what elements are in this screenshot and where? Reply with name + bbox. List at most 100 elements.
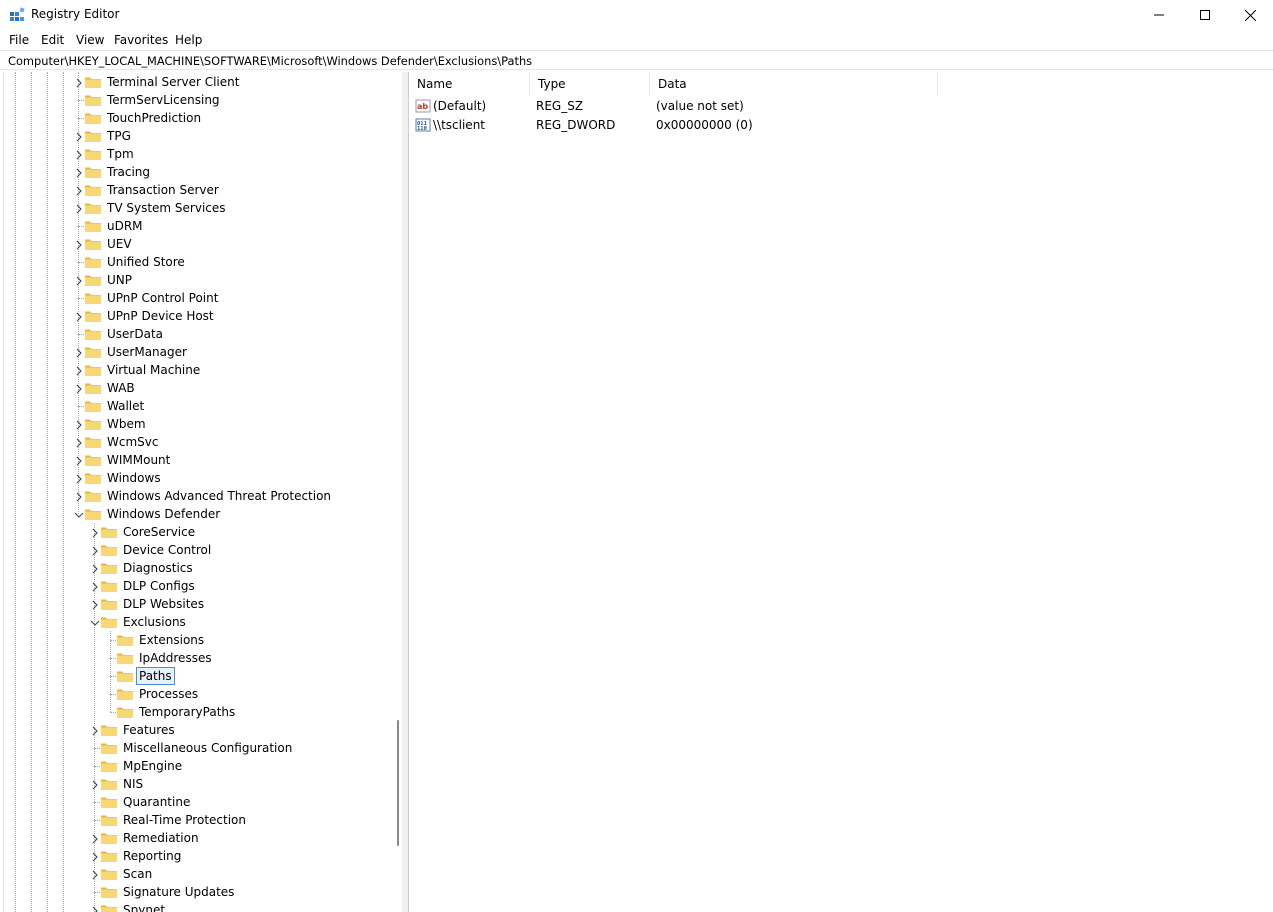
minimize-button[interactable] (1136, 0, 1182, 30)
menu-view[interactable]: View (76, 33, 104, 47)
tree-item[interactable]: Paths (116, 667, 175, 685)
chevron-right-icon[interactable] (74, 473, 84, 484)
tree-item[interactable]: DLP Websites (100, 595, 206, 613)
tree-item[interactable]: Virtual Machine (84, 361, 202, 379)
tree-item[interactable]: CoreService (100, 523, 197, 541)
folder-icon (101, 797, 117, 808)
tree-item[interactable]: TemporaryPaths (116, 703, 237, 721)
tree-item[interactable]: Terminal Server Client (84, 73, 241, 91)
chevron-right-icon[interactable] (74, 185, 84, 196)
column-header-type[interactable]: Type (530, 72, 650, 96)
chevron-right-icon[interactable] (90, 779, 100, 790)
tree-item-label: UPnP Device Host (107, 309, 214, 323)
tree-item-label: Miscellaneous Configuration (123, 741, 293, 755)
chevron-right-icon[interactable] (74, 347, 84, 358)
chevron-right-icon[interactable] (90, 725, 100, 736)
menu-favorites[interactable]: Favorites (114, 33, 168, 47)
tree-item[interactable]: Reporting (100, 847, 183, 865)
tree-item[interactable]: WIMMount (84, 451, 172, 469)
chevron-right-icon[interactable] (90, 527, 100, 538)
tree-item[interactable]: UPnP Device Host (84, 307, 216, 325)
tree-item-label: Virtual Machine (107, 363, 201, 377)
menu-file[interactable]: File (9, 33, 29, 47)
tree-item[interactable]: TPG (84, 127, 133, 145)
tree-item[interactable]: Transaction Server (84, 181, 221, 199)
chevron-right-icon[interactable] (74, 77, 84, 88)
tree-item[interactable]: Miscellaneous Configuration (100, 739, 294, 757)
chevron-right-icon[interactable] (90, 563, 100, 574)
tree-item[interactable]: Windows (84, 469, 163, 487)
chevron-right-icon[interactable] (74, 437, 84, 448)
tree-item[interactable]: Exclusions (100, 613, 188, 631)
value-row[interactable]: 011 110 \\tsclient REG_DWORD 0x00000000 (0) (409, 116, 1009, 135)
tree-item[interactable]: Tracing (84, 163, 152, 181)
tree-item[interactable]: TouchPrediction (84, 109, 203, 127)
chevron-right-icon[interactable] (90, 905, 100, 912)
registry-values-list[interactable]: Name Type Data ab (Default) REG_SZ (value n… (408, 72, 1273, 912)
maximize-button[interactable] (1182, 0, 1228, 30)
menu-help[interactable]: Help (175, 33, 202, 47)
chevron-right-icon[interactable] (74, 167, 84, 178)
tree-item[interactable]: Unified Store (84, 253, 187, 271)
chevron-right-icon[interactable] (74, 203, 84, 214)
tree-item[interactable]: TV System Services (84, 199, 228, 217)
tree-item[interactable]: Signature Updates (100, 883, 236, 901)
tree-item[interactable]: IpAddresses (116, 649, 214, 667)
tree-item[interactable]: UserData (84, 325, 165, 343)
menu-edit[interactable]: Edit (41, 33, 64, 47)
value-row[interactable]: ab (Default) REG_SZ (value not set) (409, 97, 1009, 116)
chevron-right-icon[interactable] (90, 545, 100, 556)
chevron-right-icon[interactable] (90, 599, 100, 610)
chevron-down-icon[interactable] (90, 617, 100, 627)
tree-item[interactable]: Spynet (100, 901, 167, 912)
tree-item[interactable]: Diagnostics (100, 559, 195, 577)
registry-key-tree[interactable]: Terminal Server Client TermServLicensing T… (3, 72, 403, 912)
folder-icon (85, 311, 101, 322)
chevron-right-icon[interactable] (74, 455, 84, 466)
tree-item[interactable]: Real-Time Protection (100, 811, 248, 829)
tree-item[interactable]: Processes (116, 685, 200, 703)
chevron-right-icon[interactable] (90, 833, 100, 844)
tree-item[interactable]: Windows Advanced Threat Protection (84, 487, 333, 505)
chevron-right-icon[interactable] (74, 149, 84, 160)
chevron-right-icon[interactable] (74, 491, 84, 502)
tree-item[interactable]: Wbem (84, 415, 148, 433)
close-button[interactable] (1227, 0, 1273, 30)
tree-item[interactable]: TermServLicensing (84, 91, 222, 109)
address-path[interactable]: Computer\HKEY_LOCAL_MACHINE\SOFTWARE\Mic… (8, 54, 532, 68)
column-header-name[interactable]: Name (409, 72, 530, 96)
tree-item[interactable]: WAB (84, 379, 137, 397)
tree-item[interactable]: NIS (100, 775, 145, 793)
chevron-right-icon[interactable] (74, 419, 84, 430)
chevron-right-icon[interactable] (74, 131, 84, 142)
tree-item[interactable]: UserManager (84, 343, 189, 361)
tree-item[interactable]: Tpm (84, 145, 136, 163)
tree-item[interactable]: Features (100, 721, 177, 739)
tree-scrollbar-thumb[interactable] (397, 720, 399, 846)
column-header-data[interactable]: Data (650, 72, 938, 96)
chevron-right-icon[interactable] (74, 311, 84, 322)
tree-item[interactable]: uDRM (84, 217, 145, 235)
tree-item[interactable]: Remediation (100, 829, 201, 847)
tree-item[interactable]: Extensions (116, 631, 206, 649)
tree-item[interactable]: DLP Configs (100, 577, 197, 595)
tree-item[interactable]: UPnP Control Point (84, 289, 220, 307)
tree-item[interactable]: WcmSvc (84, 433, 160, 451)
tree-item[interactable]: MpEngine (100, 757, 184, 775)
tree-item[interactable]: UEV (84, 235, 134, 253)
chevron-right-icon[interactable] (90, 851, 100, 862)
tree-item[interactable]: Scan (100, 865, 154, 883)
tree-item[interactable]: Wallet (84, 397, 146, 415)
chevron-right-icon[interactable] (90, 581, 100, 592)
chevron-right-icon[interactable] (74, 383, 84, 394)
tree-item[interactable]: Quarantine (100, 793, 192, 811)
chevron-right-icon[interactable] (74, 239, 84, 250)
chevron-right-icon[interactable] (74, 365, 84, 376)
tree-item[interactable]: UNP (84, 271, 134, 289)
chevron-right-icon[interactable] (90, 869, 100, 880)
tree-item[interactable]: Windows Defender (84, 505, 222, 523)
chevron-right-icon[interactable] (74, 275, 84, 286)
chevron-down-icon[interactable] (74, 509, 84, 519)
address-bar[interactable]: Computer\HKEY_LOCAL_MACHINE\SOFTWARE\Mic… (0, 50, 1273, 70)
tree-item[interactable]: Device Control (100, 541, 213, 559)
